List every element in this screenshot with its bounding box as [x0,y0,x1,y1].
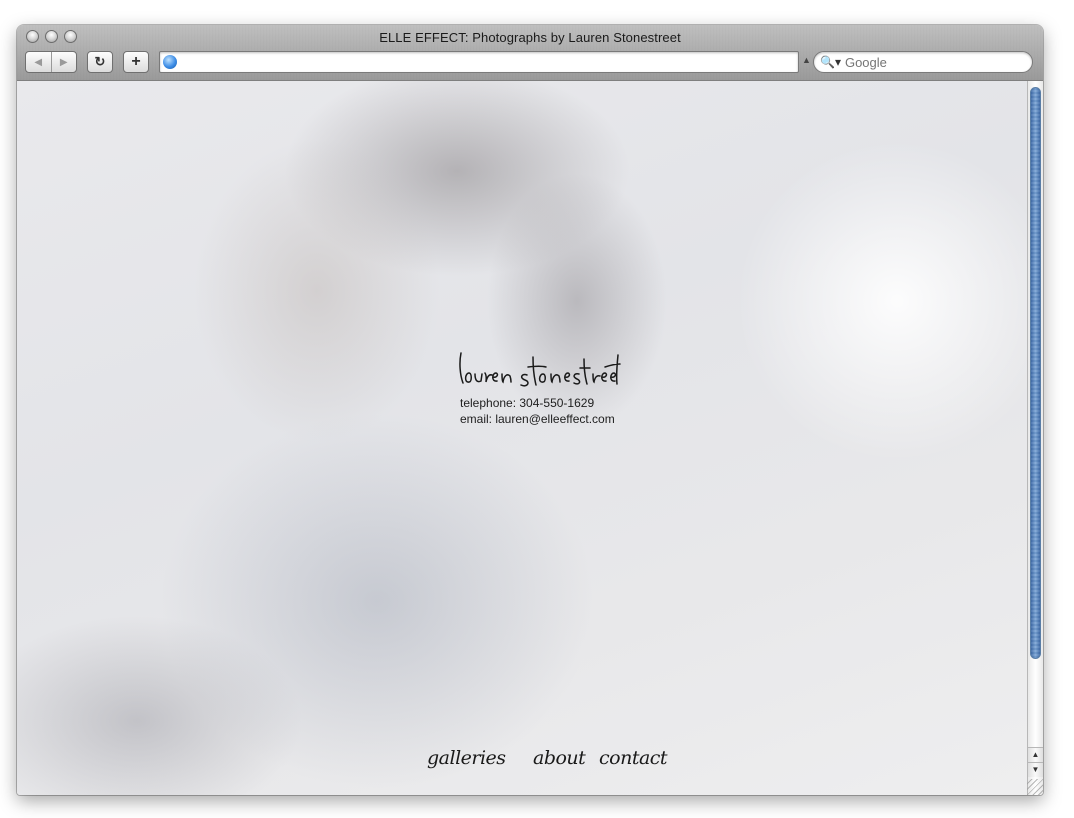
nav-contact-label: contact [599,747,668,769]
address-bar[interactable] [159,51,799,73]
browser-window: ELLE EFFECT: Photographs by Lauren Stone… [17,25,1043,795]
search-input[interactable] [844,54,1015,70]
telephone-text: telephone: 304-550-1629 [460,396,595,410]
search-field[interactable]: 🔍▾ [813,51,1033,73]
vertical-scrollbar[interactable]: ▲ ▼ [1027,81,1043,795]
handwritten-logo-icon [459,352,621,387]
back-forward-control: ◀ ▶ [25,51,77,73]
scrollbar-thumb[interactable] [1030,87,1041,659]
forward-arrow-icon[interactable]: ▶ [51,57,76,68]
reload-button[interactable]: ↻ [87,51,113,73]
resize-grip-icon[interactable] [1027,779,1043,795]
nav-galleries-link[interactable]: galleries [427,741,523,775]
page-content: telephone: 304-550-1629 email: lauren@el… [17,81,1027,795]
title-bar: ELLE EFFECT: Photographs by Lauren Stone… [17,25,1043,81]
nav-contact-link[interactable]: contact [599,741,668,775]
nav-about-label: about [533,747,586,769]
plus-icon: + [131,53,141,70]
reload-icon: ↻ [94,54,106,69]
add-bookmark-button[interactable]: + [123,51,149,73]
email-text[interactable]: email: lauren@elleeffect.com [460,411,615,427]
globe-icon [163,55,177,69]
site-navigation: galleries about contact [427,741,668,775]
back-arrow-icon[interactable]: ◀ [26,57,51,68]
scroll-up-arrow-icon[interactable]: ▲ [1028,747,1043,762]
nav-galleries-label: galleries [427,747,506,769]
chevron-up-icon[interactable]: ▲ [802,55,811,65]
search-icon[interactable]: 🔍▾ [820,55,841,69]
contact-info: telephone: 304-550-1629 email: lauren@el… [460,395,615,427]
browser-toolbar: ◀ ▶ ↻ + ▲ 🔍▾ [25,51,1035,73]
site-logo[interactable] [455,349,621,393]
scroll-down-arrow-icon[interactable]: ▼ [1028,762,1043,777]
nav-about-link[interactable]: about [533,741,595,775]
window-title: ELLE EFFECT: Photographs by Lauren Stone… [379,30,681,45]
